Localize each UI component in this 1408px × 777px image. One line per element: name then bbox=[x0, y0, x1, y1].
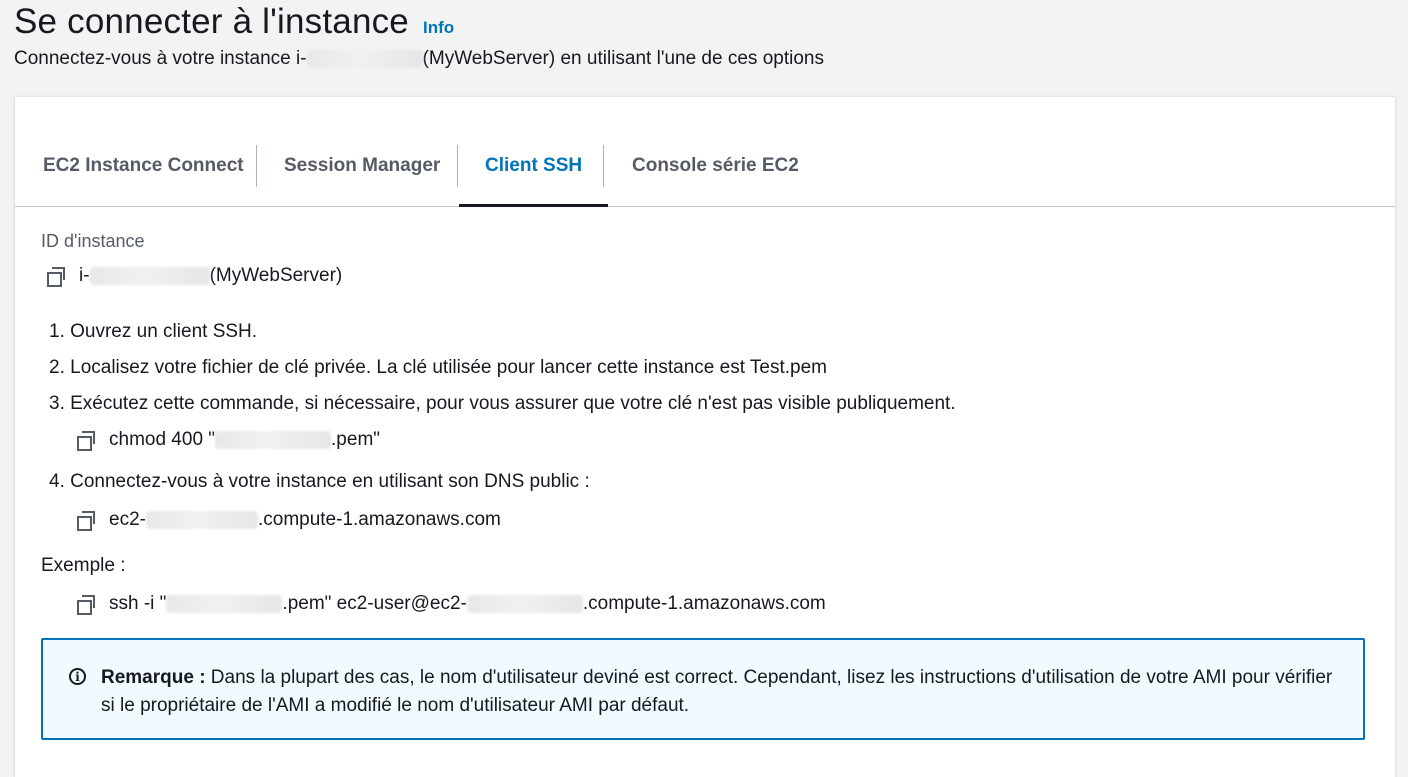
example-command-row: ssh -i " .pem" ec2-user@ec2- .compute-1.… bbox=[77, 593, 826, 615]
redacted-dns bbox=[145, 511, 258, 529]
tab-console-serie-ec2[interactable]: Console série EC2 bbox=[632, 145, 799, 206]
subtitle-end: (MyWebServer) en utilisant l'une de ces … bbox=[422, 48, 824, 69]
public-dns-start: ec2- bbox=[109, 509, 146, 530]
instance-id-prefix: i- bbox=[79, 265, 90, 286]
tab-label: Client SSH bbox=[485, 155, 583, 176]
tab-ec2-instance-connect[interactable]: EC2 Instance Connect bbox=[43, 145, 244, 206]
redacted-instance-id bbox=[89, 267, 210, 285]
info-link[interactable]: Info bbox=[423, 18, 454, 38]
connect-panel: EC2 Instance Connect Session Manager Cli… bbox=[15, 96, 1395, 777]
subtitle-start: Connectez-vous à votre instance i- bbox=[14, 48, 307, 69]
redacted-key-name bbox=[166, 595, 283, 613]
example-command-part-1: ssh -i " bbox=[109, 593, 167, 614]
copy-icon[interactable] bbox=[77, 594, 96, 615]
public-dns-row: ec2- .compute-1.amazonaws.com bbox=[77, 509, 501, 531]
instance-id-row: i- (MyWebServer) bbox=[47, 265, 342, 287]
page-header: Se connecter à l'instance Info Connectez… bbox=[14, 0, 1408, 96]
example-command-part-2: .pem" ec2-user@ec2- bbox=[282, 593, 467, 614]
step-4: 4. Connectez-vous à votre instance en ut… bbox=[49, 471, 590, 492]
title-row: Se connecter à l'instance Info bbox=[14, 2, 454, 42]
info-alert: i Remarque : Dans la plupart des cas, le… bbox=[41, 638, 1365, 740]
copy-icon[interactable] bbox=[77, 510, 96, 531]
info-icon: i bbox=[69, 668, 86, 685]
copy-icon[interactable] bbox=[47, 266, 66, 287]
step-3: 3. Exécutez cette commande, si nécessair… bbox=[49, 393, 956, 414]
page-subtitle: Connectez-vous à votre instance i- (MyWe… bbox=[14, 48, 824, 70]
tab-bar: EC2 Instance Connect Session Manager Cli… bbox=[15, 97, 1395, 207]
copy-icon[interactable] bbox=[77, 430, 96, 451]
tab-label: EC2 Instance Connect bbox=[43, 155, 244, 176]
tab-client-ssh[interactable]: Client SSH bbox=[458, 145, 609, 207]
tab-session-manager[interactable]: Session Manager bbox=[284, 145, 440, 206]
chmod-command-start: chmod 400 " bbox=[109, 429, 216, 450]
example-label: Exemple : bbox=[41, 555, 126, 576]
info-alert-title: Remarque : bbox=[101, 667, 206, 688]
redacted-instance-id bbox=[306, 50, 423, 68]
tab-divider bbox=[457, 145, 458, 187]
chmod-command-end: .pem" bbox=[331, 429, 381, 450]
tab-label: Session Manager bbox=[284, 155, 441, 176]
example-command-part-3: .compute-1.amazonaws.com bbox=[582, 593, 826, 614]
chmod-command-row: chmod 400 " .pem" bbox=[77, 429, 380, 451]
tab-divider bbox=[256, 145, 257, 187]
tab-label: Console série EC2 bbox=[632, 155, 799, 176]
info-alert-body: Dans la plupart des cas, le nom d'utilis… bbox=[101, 667, 1333, 716]
instance-id-label: ID d'instance bbox=[41, 231, 145, 251]
step-1: 1. Ouvrez un client SSH. bbox=[49, 321, 258, 342]
public-dns-end: .compute-1.amazonaws.com bbox=[257, 509, 501, 530]
page-title: Se connecter à l'instance bbox=[14, 2, 409, 41]
instance-id-suffix: (MyWebServer) bbox=[209, 265, 343, 286]
redacted-key-name bbox=[215, 431, 332, 449]
redacted-dns bbox=[466, 595, 583, 613]
step-2: 2. Localisez votre fichier de clé privée… bbox=[49, 357, 827, 378]
tab-divider bbox=[603, 145, 604, 187]
info-alert-text: Remarque : Dans la plupart des cas, le n… bbox=[101, 664, 1337, 720]
